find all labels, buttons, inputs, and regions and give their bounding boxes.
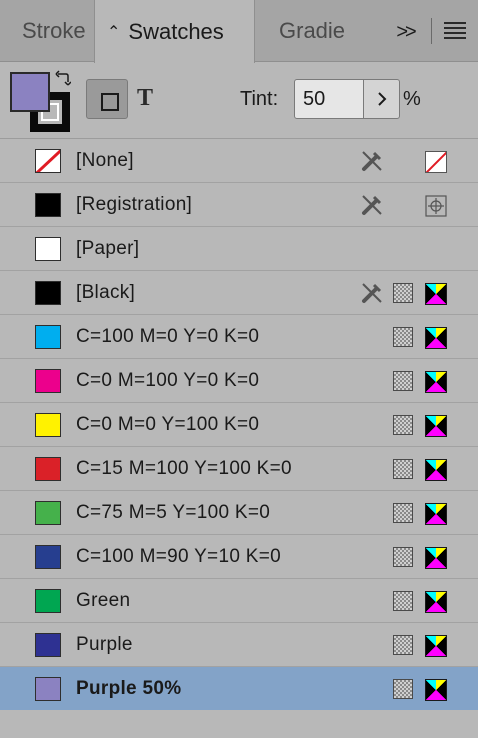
- formatting-affects-text-button[interactable]: T: [137, 84, 161, 112]
- swatch-color-chip: [35, 325, 61, 349]
- cmyk-mode-icon: [425, 371, 447, 393]
- process-color-type-icon: [393, 635, 413, 655]
- hamburger-icon-line: [444, 27, 466, 29]
- hamburger-icon-line: [444, 37, 466, 39]
- swatch-toolbar: T Tint: %: [0, 62, 478, 138]
- tab-stroke-label: Stroke: [22, 18, 86, 43]
- cmyk-mode-icon: [425, 459, 447, 481]
- cmyk-mode-icon: [425, 635, 447, 657]
- swatch-color-chip: [35, 545, 61, 569]
- swatch-row[interactable]: [Black]: [0, 271, 478, 315]
- cmyk-mode-icon: [425, 591, 447, 613]
- swatch-row[interactable]: Purple: [0, 623, 478, 667]
- swatch-name: [Paper]: [76, 238, 140, 259]
- cmyk-mode-icon: [425, 679, 447, 701]
- swatch-row[interactable]: C=75 M=5 Y=100 K=0: [0, 491, 478, 535]
- swatch-color-chip: [35, 457, 61, 481]
- tint-input[interactable]: [294, 79, 364, 119]
- tint-percent-unit: %: [403, 88, 421, 110]
- cmyk-mode-icon: [425, 283, 447, 305]
- swap-arrow-icon: [55, 70, 72, 86]
- swatch-name: C=100 M=0 Y=0 K=0: [76, 326, 260, 347]
- tab-swatches[interactable]: ⌃ Swatches: [94, 0, 255, 63]
- swatch-row[interactable]: Green: [0, 579, 478, 623]
- swatch-row[interactable]: C=0 M=0 Y=100 K=0: [0, 403, 478, 447]
- double-chevron-right-icon: >>: [396, 20, 416, 43]
- swatch-name: C=75 M=5 Y=100 K=0: [76, 502, 271, 523]
- pencil-crossed-out-icon: [360, 193, 384, 217]
- swatch-row[interactable]: C=0 M=100 Y=0 K=0: [0, 359, 478, 403]
- chevron-right-icon: [377, 92, 386, 106]
- swatch-row[interactable]: Purple 50%: [0, 667, 478, 711]
- registration-target-icon: [425, 195, 447, 217]
- swatch-name: Green: [76, 590, 131, 611]
- swatch-name: [None]: [76, 150, 134, 171]
- swatch-color-chip: [35, 501, 61, 525]
- swatch-name: C=15 M=100 Y=100 K=0: [76, 458, 292, 479]
- swatch-row[interactable]: C=100 M=90 Y=10 K=0: [0, 535, 478, 579]
- updown-arrows-icon: ⌃: [107, 23, 121, 41]
- process-color-type-icon: [393, 503, 413, 523]
- cmyk-mode-icon: [425, 503, 447, 525]
- swatch-row[interactable]: [Paper]: [0, 227, 478, 271]
- process-color-type-icon: [393, 415, 413, 435]
- process-color-type-icon: [393, 591, 413, 611]
- panel-empty-area: [0, 710, 478, 738]
- process-color-type-icon: [393, 547, 413, 567]
- swatch-row[interactable]: [Registration]: [0, 183, 478, 227]
- pencil-crossed-out-icon: [360, 281, 384, 305]
- formatting-affects-container-button[interactable]: [86, 79, 128, 119]
- swatch-name: Purple: [76, 634, 133, 655]
- process-color-type-icon: [393, 371, 413, 391]
- swatch-color-chip: [35, 589, 61, 613]
- process-color-type-icon: [393, 327, 413, 347]
- swatch-name: C=0 M=0 Y=100 K=0: [76, 414, 260, 435]
- swatch-name: Purple 50%: [76, 678, 182, 699]
- swatch-list: [None] [Registration] [Paper] [Black] C=100 …: [0, 138, 478, 711]
- panel-menu-button[interactable]: [444, 22, 466, 40]
- swatch-color-chip: [35, 413, 61, 437]
- cmyk-mode-icon: [425, 415, 447, 437]
- swatch-name: C=0 M=100 Y=0 K=0: [76, 370, 260, 391]
- cmyk-mode-icon: [425, 327, 447, 349]
- cmyk-mode-icon: [425, 547, 447, 569]
- more-tabs-button[interactable]: >>: [384, 18, 426, 46]
- process-color-type-icon: [393, 283, 413, 303]
- process-color-type-icon: [393, 459, 413, 479]
- swatch-row[interactable]: C=15 M=100 Y=100 K=0: [0, 447, 478, 491]
- swatch-name: [Registration]: [76, 194, 193, 215]
- tint-slider-toggle-button[interactable]: [363, 79, 400, 119]
- tab-stroke[interactable]: Stroke: [0, 0, 94, 62]
- swatch-color-chip: [35, 281, 61, 305]
- tab-gradient[interactable]: Gradie: [255, 0, 350, 62]
- swatch-color-chip: [35, 149, 61, 173]
- swap-fill-stroke-icon[interactable]: [55, 70, 72, 86]
- none-color-icon: [425, 151, 447, 173]
- pencil-crossed-out-icon: [360, 149, 384, 173]
- swatch-color-chip: [35, 633, 61, 657]
- tab-divider: [431, 18, 432, 44]
- swatch-row[interactable]: [None]: [0, 139, 478, 183]
- fill-color-box[interactable]: [10, 72, 50, 112]
- swatch-row[interactable]: C=100 M=0 Y=0 K=0: [0, 315, 478, 359]
- tab-gradient-label: Gradie: [279, 18, 346, 43]
- swatch-color-chip: [35, 369, 61, 393]
- tab-swatches-label: Swatches: [128, 18, 224, 44]
- swatch-color-chip: [35, 677, 61, 701]
- hamburger-icon-line: [444, 22, 466, 24]
- tint-label: Tint:: [240, 88, 279, 110]
- panel-tab-bar: Stroke ⌃ Swatches Gradie >>: [0, 0, 478, 63]
- hamburger-icon-line: [444, 32, 466, 34]
- swatch-color-chip: [35, 237, 61, 261]
- swatch-name: C=100 M=90 Y=10 K=0: [76, 546, 282, 567]
- swatch-color-chip: [35, 193, 61, 217]
- swatch-name: [Black]: [76, 282, 136, 303]
- process-color-type-icon: [393, 679, 413, 699]
